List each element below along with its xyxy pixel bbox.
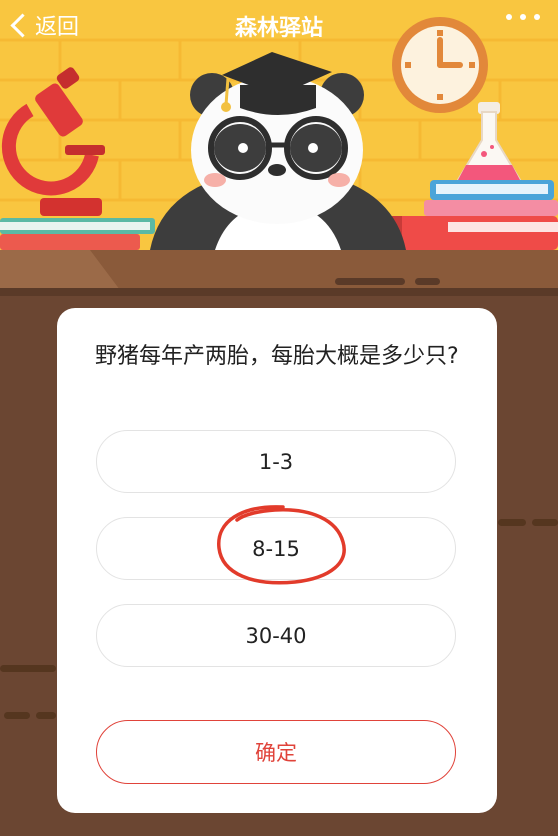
dot <box>520 14 526 20</box>
option-1-button[interactable]: 1-3 <box>96 430 456 493</box>
quiz-card: 野猪每年产两胎，每胎大概是多少只? 1-3 8-15 30-40 确定 <box>57 308 497 813</box>
option-2-button[interactable]: 8-15 <box>96 517 456 580</box>
option-label: 30-40 <box>245 623 307 648</box>
page-title: 森林驿站 <box>234 16 323 41</box>
dot <box>506 14 512 20</box>
question-text: 野猪每年产两胎，每胎大概是多少只? <box>95 344 459 369</box>
dot <box>534 14 540 20</box>
nav-bar: 返回 森林驿站 <box>0 0 558 50</box>
confirm-button[interactable]: 确定 <box>96 720 456 784</box>
option-label: 1-3 <box>258 449 294 474</box>
quiz-screen: 返回 森林驿站 野猪每年产两胎，每胎大概是多少只? 1-3 8-15 30-40… <box>0 0 558 836</box>
more-dots-icon[interactable] <box>506 14 540 20</box>
option-label: 8-15 <box>252 536 300 561</box>
confirm-label: 确定 <box>255 741 297 765</box>
option-3-button[interactable]: 30-40 <box>96 604 456 667</box>
